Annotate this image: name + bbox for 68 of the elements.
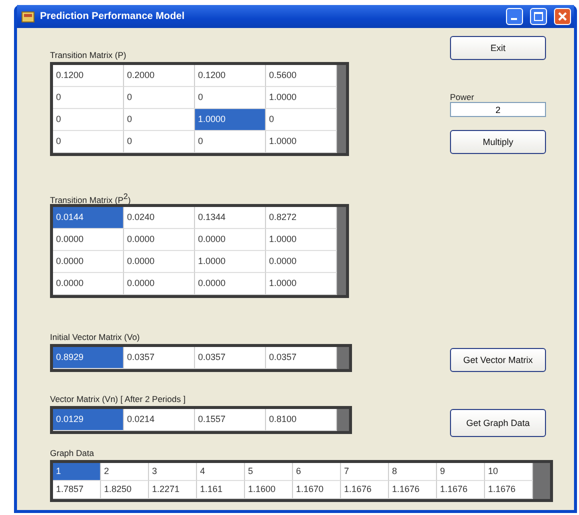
grid-cell[interactable]: 1.1600 <box>245 481 293 499</box>
grid-cell[interactable]: 1.1676 <box>389 481 437 499</box>
grid-cell[interactable]: 1 <box>53 463 101 481</box>
maximize-button[interactable] <box>530 8 547 25</box>
maximize-icon <box>534 12 543 21</box>
grid-cell[interactable]: 0.0357 <box>124 347 195 369</box>
grid-cell[interactable]: 3 <box>149 463 197 481</box>
grid-cell[interactable]: 0.0214 <box>124 409 195 431</box>
grid-cell[interactable]: 0 <box>53 131 124 153</box>
close-icon <box>558 12 567 21</box>
grid-cell[interactable]: 0.1557 <box>195 409 266 431</box>
get-graph-data-button[interactable]: Get Graph Data <box>450 409 546 437</box>
grid-cell[interactable]: 9 <box>437 463 485 481</box>
grid-cell[interactable]: 0.0357 <box>195 347 266 369</box>
grid-cell[interactable]: 1.0000 <box>195 109 266 131</box>
grid-cell[interactable]: 1.1670 <box>293 481 341 499</box>
grid-cell[interactable]: 0 <box>124 87 195 109</box>
grid-cell[interactable]: 2 <box>101 463 149 481</box>
minimize-button[interactable] <box>506 8 523 25</box>
grid-cell[interactable]: 7 <box>341 463 389 481</box>
close-button[interactable] <box>554 8 571 25</box>
grid-cell[interactable]: 0.0000 <box>124 251 195 273</box>
grid-cell[interactable]: 0.0000 <box>124 273 195 295</box>
grid-cell[interactable]: 5 <box>245 463 293 481</box>
grid-cell[interactable]: 0.0000 <box>53 273 124 295</box>
table-label: Graph Data <box>50 448 95 458</box>
grid-cell[interactable]: 0 <box>195 131 266 153</box>
grid-cell[interactable]: 0.1200 <box>53 65 124 87</box>
grid-cell[interactable]: 4 <box>197 463 245 481</box>
app-icon <box>21 10 35 24</box>
grid-cell[interactable]: 0.1344 <box>195 207 266 229</box>
grid-cell[interactable]: 0.1200 <box>195 65 266 87</box>
scrollbar[interactable] <box>337 65 346 153</box>
window-title: Prediction Performance Model <box>40 11 186 22</box>
scrollbar[interactable] <box>337 409 349 431</box>
grid-cell[interactable]: 0.2000 <box>124 65 195 87</box>
grid-cell[interactable]: 0 <box>53 87 124 109</box>
grid-cell[interactable]: 8 <box>389 463 437 481</box>
grid-cell[interactable]: 1.1676 <box>437 481 485 499</box>
table-label: Initial Vector Matrix (Vo) <box>50 332 141 342</box>
grid-cell[interactable]: 0.0000 <box>195 229 266 251</box>
grid-cell[interactable]: 0.0129 <box>53 409 124 431</box>
power-label: Power <box>450 92 476 102</box>
grid-cell[interactable]: 1.1676 <box>341 481 389 499</box>
grid-cell[interactable]: 0.0240 <box>124 207 195 229</box>
multiply-button[interactable]: Multiply <box>450 130 546 154</box>
grid-cell[interactable]: 0.0144 <box>53 207 124 229</box>
power-field[interactable]: 2 <box>450 102 546 117</box>
scrollbar[interactable] <box>533 463 550 499</box>
table-label: Transition Matrix (P) <box>50 50 128 60</box>
grid-cell[interactable]: 1.0000 <box>195 251 266 273</box>
grid-cell[interactable]: 6 <box>293 463 341 481</box>
table-label: Vector Matrix (Vn) [ After 2 Periods ] <box>50 394 187 404</box>
grid-cell[interactable]: 0.8929 <box>53 347 124 369</box>
scrollbar[interactable] <box>337 347 349 369</box>
grid-cell[interactable]: 0.0000 <box>195 273 266 295</box>
grid-cell[interactable]: 1.2271 <box>149 481 197 499</box>
scrollbar[interactable] <box>337 207 346 295</box>
grid-cell[interactable]: 0 <box>53 109 124 131</box>
grid-cell[interactable]: 0.0000 <box>124 229 195 251</box>
grid-cell[interactable]: 0 <box>124 131 195 153</box>
grid-cell[interactable]: 0.0000 <box>53 229 124 251</box>
grid-cell[interactable]: 0.0000 <box>53 251 124 273</box>
exit-button[interactable]: Exit <box>450 36 546 60</box>
get-vector-matrix-button[interactable]: Get Vector Matrix <box>450 348 546 372</box>
grid-cell[interactable]: 1.161 <box>197 481 245 499</box>
grid-cell[interactable]: 1.7857 <box>53 481 101 499</box>
grid-cell[interactable]: 1.8250 <box>101 481 149 499</box>
